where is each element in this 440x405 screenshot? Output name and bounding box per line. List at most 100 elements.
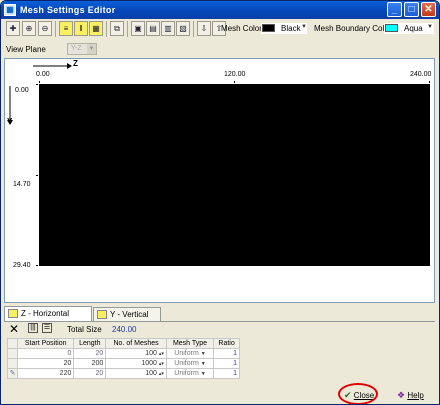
mesh-boundary-color-select[interactable]: Aqua ▼ (384, 23, 434, 34)
column-header: No. of Meshes (105, 338, 167, 349)
mesh-boundary-color-label: Mesh Boundary Color (314, 24, 392, 33)
app-icon: ▦ (4, 4, 16, 16)
mesh-type-value: Uniform (174, 359, 199, 367)
mesh-type-value: Uniform (174, 349, 199, 357)
vertical-mesh-icon[interactable]: ‖ (74, 21, 88, 36)
view-plane-select[interactable]: Y-Z ▼ (67, 43, 97, 55)
chevron-down-icon: ▼ (301, 24, 307, 30)
minimize-button[interactable]: _ (387, 2, 402, 17)
meshes-cell[interactable]: 100 ▴▾ (105, 348, 167, 359)
vertical-mesh-icon (97, 310, 107, 319)
h-tick-mark (39, 81, 40, 83)
zoom-out-icon[interactable]: ⊖ (38, 21, 52, 36)
insert-column-icon[interactable]: ||| (28, 323, 38, 333)
meshes-value: 100 (145, 349, 157, 357)
align-left-icon[interactable]: ▤ (146, 21, 160, 36)
length-cell[interactable]: 200 (73, 358, 107, 369)
close-window-button[interactable]: ✕ (421, 2, 436, 17)
length-cell[interactable]: 20 (73, 348, 107, 359)
mesh-boundary-color-value: Aqua (404, 24, 423, 33)
title-bar[interactable]: ▦ Mesh Settings Editor _ □ ✕ (1, 1, 439, 19)
zoom-in-icon[interactable]: ⊕ (22, 21, 36, 36)
tab-label: Z - Horizontal (21, 309, 70, 318)
mesh-type-cell[interactable]: Uniform ▼ (165, 368, 215, 379)
select-tool-icon[interactable]: ✚ (6, 21, 20, 36)
chevron-down-icon: ▼ (200, 370, 206, 377)
v-tick-mark (36, 84, 38, 85)
chevron-down-icon: ▼ (200, 350, 206, 357)
spin-icon[interactable]: ▴▾ (159, 361, 164, 367)
v-tick-mark (36, 265, 38, 266)
help-book-icon: ❖ (397, 390, 406, 400)
table-row[interactable]: 20 200 1000 ▴▾ Uniform ▼ 1 (7, 358, 240, 369)
v-axis-label: Y (7, 117, 13, 126)
table-row[interactable]: 0 20 100 ▴▾ Uniform ▼ 1 (7, 348, 240, 359)
edit-pencil-icon: ✎ (7, 368, 18, 379)
table-row[interactable]: ✎ 220 20 100 ▴▾ Uniform ▼ 1 (7, 368, 240, 379)
maximize-button[interactable]: □ (404, 2, 419, 17)
start-position-cell[interactable]: 0 (16, 348, 75, 359)
row-marker (7, 348, 18, 359)
grid-mesh-icon[interactable]: ▦ (89, 21, 103, 36)
mesh-color-select[interactable]: Black ▼ (261, 23, 307, 34)
column-header: Start Position (16, 338, 75, 349)
horizontal-mesh-icon[interactable]: ≡ (59, 21, 73, 36)
h-tick-label: 0.00 (36, 71, 50, 78)
view-model-icon[interactable]: ▣ (131, 21, 145, 36)
column-header: Mesh Type (165, 338, 215, 349)
v-tick-label: 29.40 (13, 262, 31, 269)
h-axis-arrow-icon (33, 63, 72, 69)
toolbar-separator (106, 21, 107, 37)
insert-row-icon[interactable]: ☰ (42, 323, 52, 333)
spin-icon[interactable]: ▴▾ (159, 351, 164, 357)
mesh-type-value: Uniform (174, 369, 199, 377)
view-plane-label: View Plane (6, 45, 46, 54)
toolbar-separator (127, 21, 128, 37)
chevron-down-icon: ▼ (427, 24, 433, 30)
delete-icon[interactable]: ✕ (9, 322, 19, 336)
window-title: Mesh Settings Editor (20, 5, 116, 15)
h-tick-label: 240.00 (410, 71, 432, 78)
total-size-value: 240.00 (112, 325, 137, 334)
highlight-annotation (338, 383, 378, 404)
align-right-icon[interactable]: ▧ (176, 21, 190, 36)
start-position-cell[interactable]: 220 (16, 368, 75, 379)
ratio-cell[interactable]: 1 (213, 358, 240, 369)
tab-y-vertical[interactable]: Y - Vertical (93, 307, 161, 321)
toolbar-separator (55, 21, 56, 37)
spin-icon[interactable]: ▴▾ (159, 371, 164, 377)
mesh-grid-panel: ✕ ||| ☰ Total Size 240.00 Start Position… (4, 321, 435, 379)
meshes-value: 100 (145, 369, 157, 377)
start-position-cell[interactable]: 20 (16, 358, 75, 369)
h-tick-mark (429, 81, 430, 83)
mesh-plot-panel: Z 0.00 120.00 240.00 Y 0.00 14.70 29.40 (4, 58, 435, 303)
h-tick-mark (234, 81, 235, 83)
toolbar-separator (193, 21, 194, 37)
meshes-cell[interactable]: 1000 ▴▾ (105, 358, 167, 369)
total-size-label: Total Size (67, 325, 102, 334)
chevron-down-icon: ▼ (87, 44, 96, 54)
tab-z-horizontal[interactable]: Z - Horizontal (4, 306, 92, 321)
tab-label: Y - Vertical (110, 310, 149, 319)
move-down-icon[interactable]: ⇩ (197, 21, 211, 36)
help-button-label: Help (407, 391, 424, 400)
copy-icon[interactable]: ⧉ (110, 21, 124, 36)
horizontal-mesh-icon (8, 309, 18, 318)
v-tick-label: 0.00 (15, 87, 29, 94)
mesh-table: Start Position Length No. of Meshes Mesh… (7, 338, 240, 379)
mesh-type-cell[interactable]: Uniform ▼ (165, 348, 215, 359)
length-cell[interactable]: 20 (73, 368, 107, 379)
mesh-settings-window: ▦ Mesh Settings Editor _ □ ✕ ✚ ⊕ ⊖ ≡ ‖ ▦… (0, 0, 440, 405)
v-tick-mark (36, 175, 38, 176)
mesh-type-cell[interactable]: Uniform ▼ (165, 358, 215, 369)
ratio-cell[interactable]: 1 (213, 368, 240, 379)
meshes-cell[interactable]: 100 ▴▾ (105, 368, 167, 379)
align-center-icon[interactable]: ▥ (161, 21, 175, 36)
ratio-cell[interactable]: 1 (213, 348, 240, 359)
column-header: Ratio (213, 338, 240, 349)
meshes-value: 1000 (141, 359, 157, 367)
toolbar: ✚ ⊕ ⊖ ≡ ‖ ▦ ⧉ ▣ ▤ ▥ ▧ ⇩ ⇧ Mesh Color Bla… (4, 20, 438, 40)
mesh-canvas[interactable] (39, 84, 430, 266)
h-axis-label: Z (73, 59, 78, 68)
help-button[interactable]: ❖ Help (397, 388, 435, 403)
